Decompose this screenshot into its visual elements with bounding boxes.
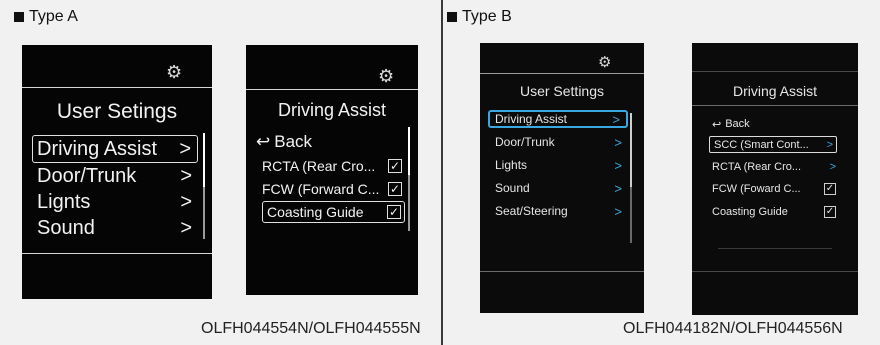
menu-item-label: RCTA (Rear Cro... — [262, 158, 376, 174]
scrollbar[interactable] — [630, 113, 632, 243]
scrollbar-thumb[interactable] — [630, 113, 632, 187]
type-a-panel: Type A ⚙ User Setings Driving Assist > D… — [0, 0, 441, 345]
screen-title: Driving Assist — [277, 100, 387, 120]
menu-item-label: RCTA (Rear Cro... — [712, 161, 802, 173]
type-a-user-settings-screen: ⚙ User Setings Driving Assist > Door/Tru… — [22, 45, 212, 299]
type-b-user-settings-screen: ⚙ User Settings Driving Assist > Door/Tr… — [480, 43, 644, 313]
menu-item-label: Coasting Guide — [712, 206, 788, 218]
back-label: Back — [725, 118, 750, 130]
menu-item-door-trunk[interactable]: Door/Trunk > — [488, 133, 628, 151]
menu-item-label: Sound — [495, 181, 530, 195]
type-b-panel: Type B ⚙ User Settings Driving Assist > … — [443, 0, 880, 345]
chevron-right-icon: > — [612, 111, 620, 127]
type-b-label: Type B — [447, 8, 512, 26]
footer-divider — [692, 271, 858, 272]
menu-item-fcw[interactable]: FCW (Foward C... ✓ — [712, 181, 836, 197]
menu-item-sound[interactable]: Sound > — [488, 179, 628, 197]
chevron-right-icon: > — [180, 190, 192, 213]
menu-item-door-trunk[interactable]: Door/Trunk > — [32, 163, 198, 189]
list-divider — [718, 248, 832, 249]
scrollbar-thumb[interactable] — [408, 127, 410, 175]
type-a-label-text: Type A — [29, 8, 78, 25]
menu-item-lights[interactable]: Lights > — [488, 156, 628, 174]
scrollbar[interactable] — [203, 133, 205, 239]
chevron-right-icon: > — [614, 180, 622, 196]
menu-item-label: Lights — [495, 158, 528, 172]
menu-item-label: SCC (Smart Cont... — [714, 138, 809, 151]
type-b-driving-assist-screen: Driving Assist ↩ Back SCC (Smart Cont...… — [692, 43, 858, 315]
back-button[interactable]: ↩ Back — [256, 131, 406, 153]
header-divider — [480, 73, 644, 74]
back-button[interactable]: ↩ Back — [712, 117, 842, 131]
chevron-right-icon: > — [180, 164, 192, 187]
menu-item-label: Driving Assist — [495, 112, 568, 126]
chevron-right-icon: > — [614, 203, 622, 219]
header-divider — [22, 87, 212, 88]
back-label: Back — [274, 132, 313, 151]
chevron-right-icon: > — [826, 138, 833, 151]
menu-item-fcw[interactable]: FCW (Forward C... ✓ — [262, 178, 402, 200]
footer-divider — [22, 253, 212, 254]
back-arrow-icon: ↩ — [256, 132, 271, 151]
menu-item-label: Lignts — [37, 190, 91, 213]
checkbox-checked-icon[interactable]: ✓ — [824, 183, 836, 195]
chevron-right-icon: > — [614, 157, 622, 173]
square-bullet-icon — [14, 12, 24, 22]
menu-item-seat-steering[interactable]: Seat/Steering > — [488, 202, 628, 220]
menu-item-driving-assist[interactable]: Driving Assist > — [488, 110, 628, 128]
chevron-right-icon: > — [829, 161, 836, 173]
menu-item-lights[interactable]: Lignts > — [32, 189, 198, 215]
checkbox-checked-icon[interactable]: ✓ — [388, 159, 402, 173]
chevron-right-icon: > — [179, 137, 191, 160]
gear-icon: ⚙ — [378, 66, 395, 86]
checkbox-checked-icon[interactable]: ✓ — [388, 182, 402, 196]
header-divider — [692, 71, 858, 72]
square-bullet-icon — [447, 12, 457, 22]
menu-item-label: Driving Assist — [37, 137, 158, 160]
type-a-label: Type A — [14, 8, 78, 26]
checkbox-checked-icon[interactable]: ✓ — [824, 206, 836, 218]
menu-item-label: FCW (Forward C... — [262, 181, 380, 197]
footer-divider — [480, 271, 644, 272]
gear-icon: ⚙ — [598, 54, 612, 71]
chevron-right-icon: > — [180, 216, 192, 239]
header-divider — [246, 89, 418, 90]
screen-title: User Settings — [519, 83, 605, 99]
chevron-right-icon: > — [614, 134, 622, 150]
menu-item-sound[interactable]: Sound > — [32, 215, 198, 241]
scrollbar[interactable] — [408, 127, 410, 231]
checkbox-checked-icon[interactable]: ✓ — [387, 205, 401, 219]
menu-item-rcta[interactable]: RCTA (Rear Cro... > — [712, 159, 836, 175]
type-b-caption: OLFH044182N/OLFH044556N — [623, 320, 843, 337]
menu-item-label: Sound — [37, 216, 95, 239]
screen-title: Driving Assist — [732, 83, 818, 99]
menu-item-coasting-guide[interactable]: Coasting Guide ✓ — [262, 201, 405, 223]
type-a-driving-assist-screen: ⚙ Driving Assist ↩ Back RCTA (Rear Cro..… — [246, 45, 418, 295]
title-divider — [692, 105, 858, 106]
menu-item-label: Coasting Guide — [267, 204, 364, 220]
type-b-label-text: Type B — [462, 8, 512, 25]
menu-item-rcta[interactable]: RCTA (Rear Cro... ✓ — [262, 155, 402, 177]
menu-item-label: Seat/Steering — [495, 204, 568, 218]
back-arrow-icon: ↩ — [712, 118, 722, 131]
menu-item-label: FCW (Foward C... — [712, 183, 801, 195]
screen-title: User Setings — [56, 100, 178, 123]
menu-item-driving-assist[interactable]: Driving Assist > — [32, 135, 198, 163]
type-a-caption: OLFH044554N/OLFH044555N — [201, 320, 421, 337]
menu-item-scc[interactable]: SCC (Smart Cont... > — [709, 136, 837, 153]
menu-item-label: Door/Trunk — [495, 135, 555, 149]
menu-item-coasting-guide[interactable]: Coasting Guide ✓ — [712, 204, 836, 220]
menu-item-label: Door/Trunk — [37, 164, 137, 187]
gear-icon: ⚙ — [166, 62, 183, 82]
scrollbar-thumb[interactable] — [203, 133, 205, 187]
